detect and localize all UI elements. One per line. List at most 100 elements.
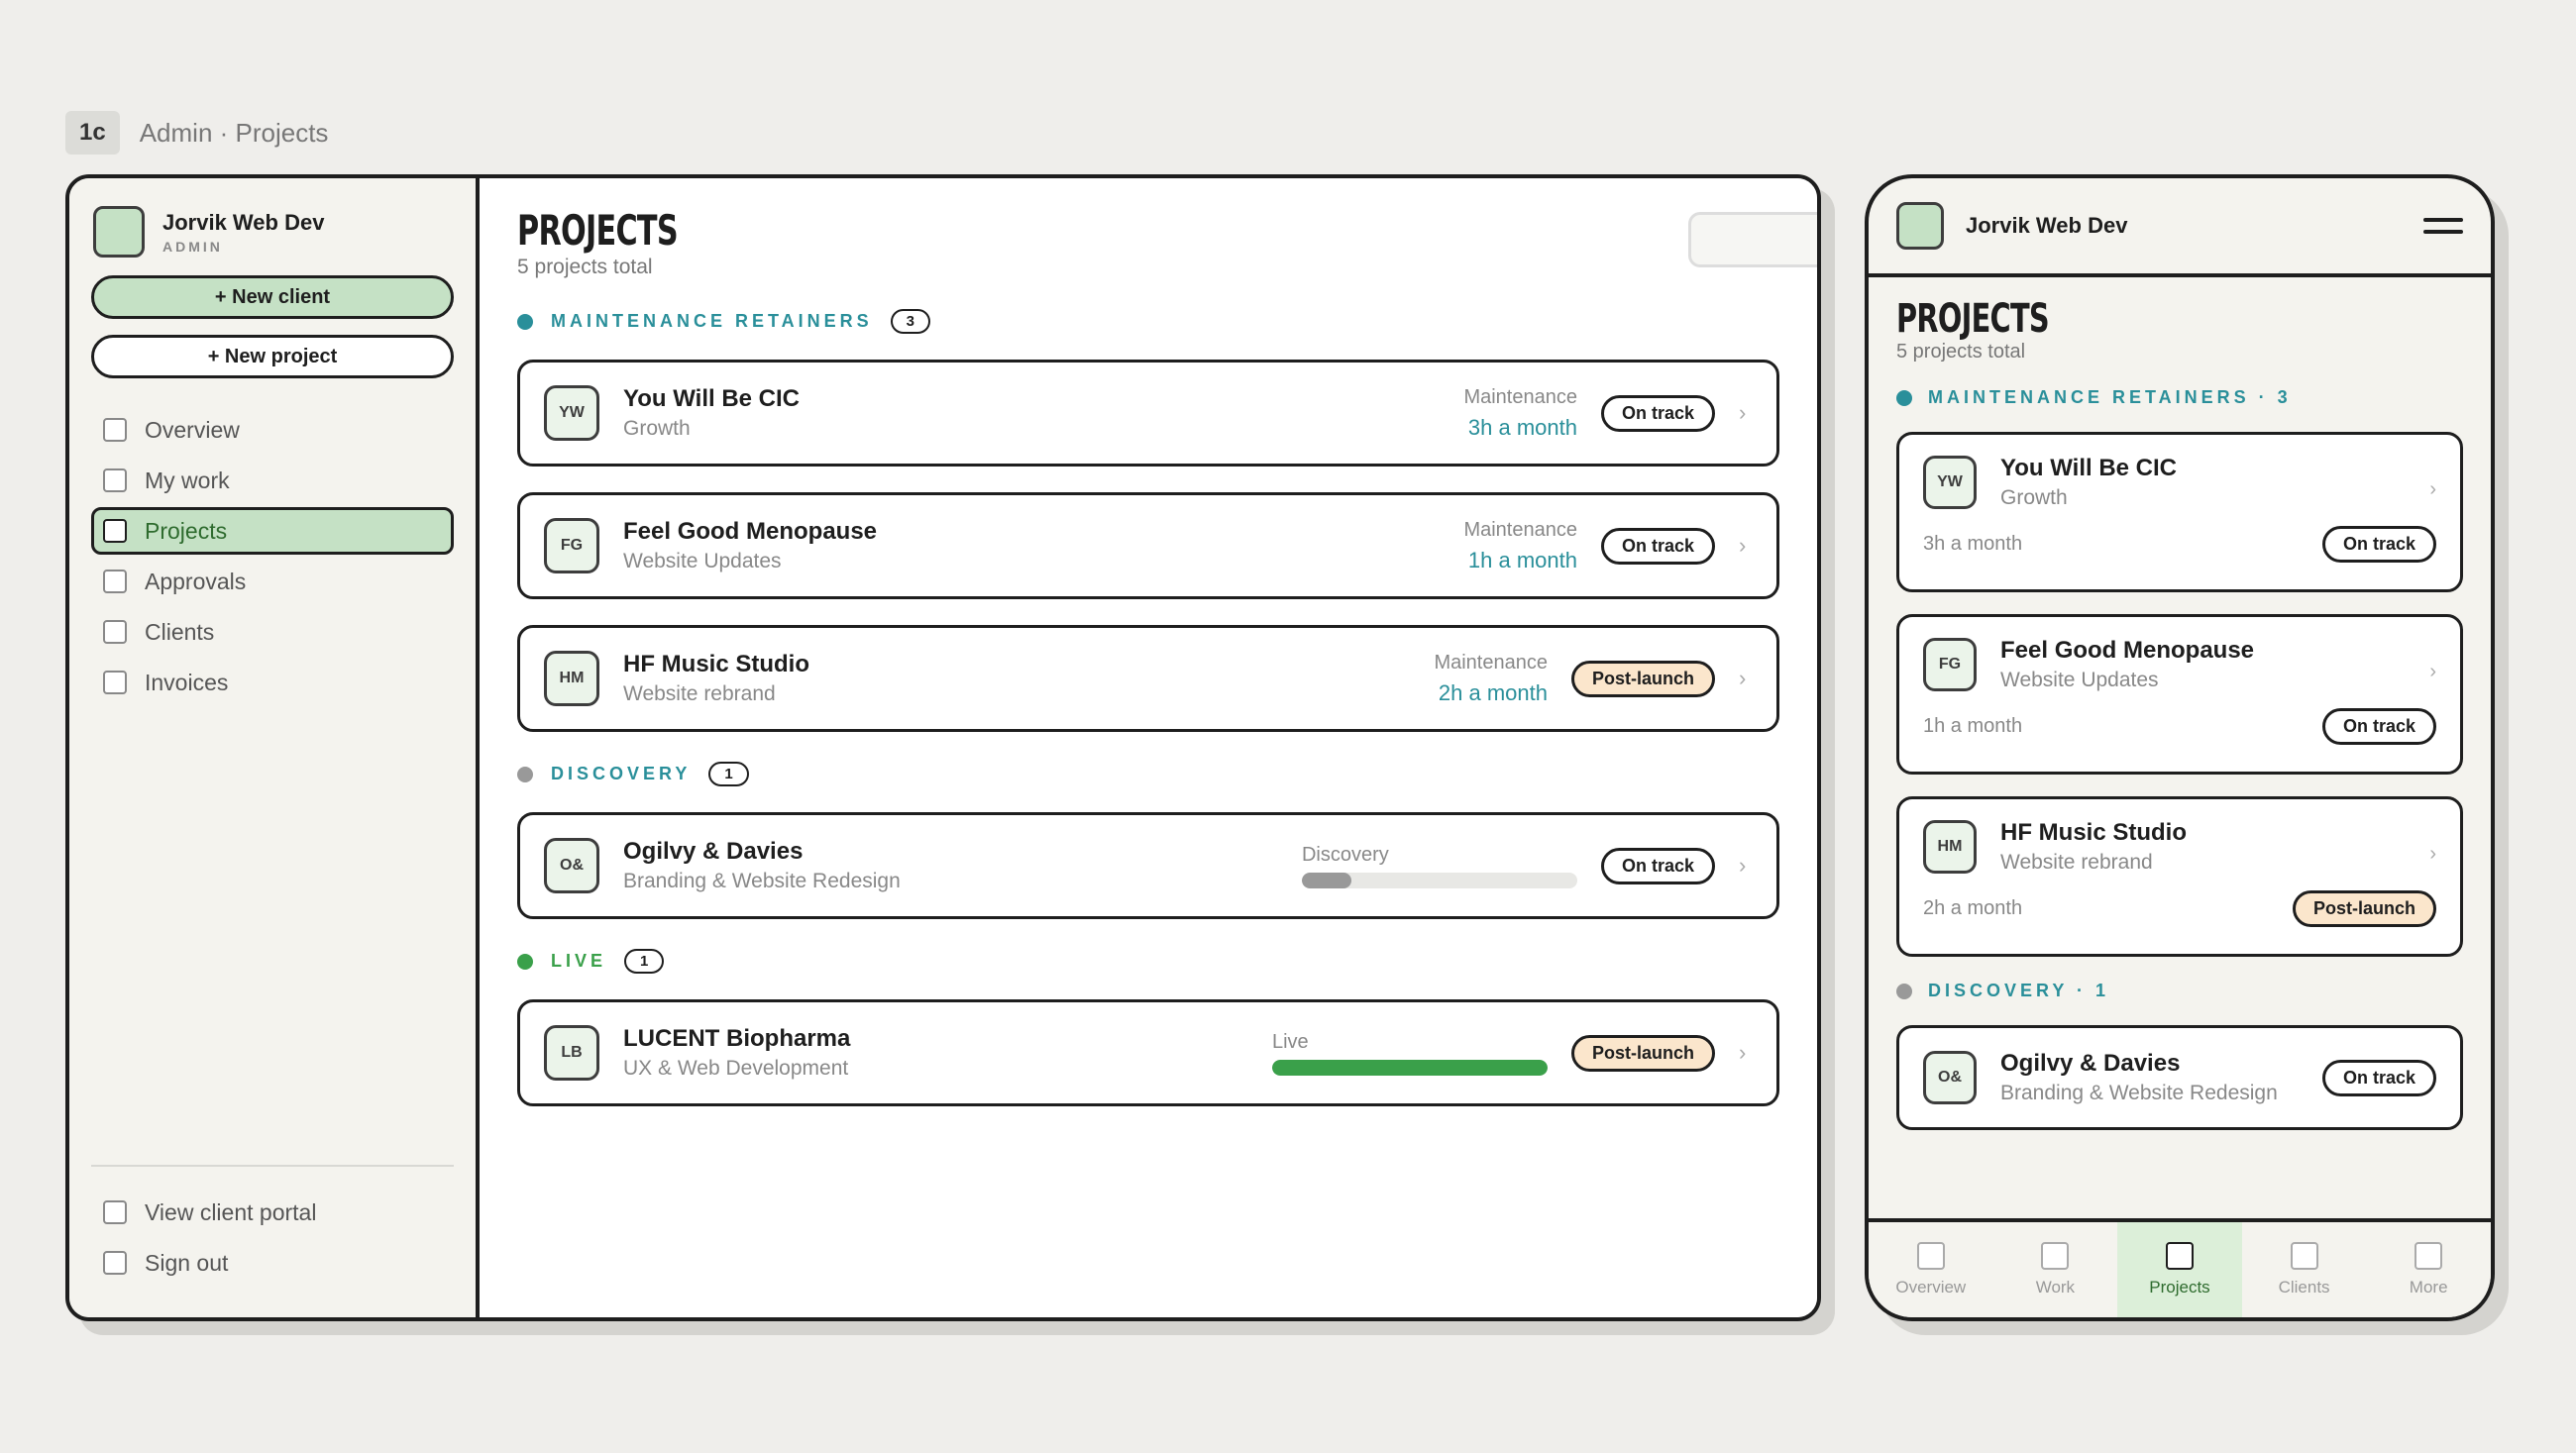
sign-out-icon [103,1251,127,1275]
section-dot [517,953,533,970]
client-name: HF Music Studio [623,651,809,678]
page-title: PROJECTS [1896,296,2050,342]
client-initials: LB [544,1025,599,1082]
retainer-label: Maintenance [1434,651,1548,674]
progress-fill [1301,872,1351,888]
section-count: 1 [708,762,749,787]
tab-label: More [2409,1278,2448,1297]
project-type: Website rebrand [2000,851,2153,874]
sidebar-item-label: My work [145,467,230,493]
clients-icon [2290,1242,2318,1270]
section-dot [1896,389,1912,406]
search-input[interactable] [1688,212,1817,267]
section-label: DISCOVERY [551,764,692,784]
client-name: HF Music Studio [2000,819,2187,846]
sidebar: Jorvik Web Dev ADMIN + New client + New … [69,178,480,1317]
project-card[interactable]: YW You Will Be CIC Growth › 3h a month On… [1896,432,2463,592]
page-title: PROJECTS [517,206,679,255]
project-card[interactable]: LB LUCENT Biopharma UX & Web Development … [517,999,1779,1107]
desktop-frame: Jorvik Web Dev ADMIN + New client + New … [65,174,1821,1321]
tab-projects[interactable]: Projects [2117,1222,2242,1317]
sidebar-item-approvals[interactable]: Approvals [91,558,454,605]
sign-out-link[interactable]: Sign out [91,1239,454,1287]
view-client-portal-link[interactable]: View client portal [91,1189,454,1236]
project-type: Branding & Website Redesign [2000,1082,2278,1104]
retainer-label: Maintenance [1463,518,1577,541]
section-label: LIVE [551,951,607,972]
project-card[interactable]: HM HF Music Studio Website rebrand Mainte… [517,625,1779,733]
client-initials: YW [1923,456,1977,509]
new-project-button[interactable]: + New project [91,335,454,378]
client-initials: HM [544,651,599,707]
sidebar-item-projects[interactable]: Projects [91,507,454,555]
project-card[interactable]: FG Feel Good Menopause Website Updates › … [1896,614,2463,775]
section-label: MAINTENANCE RETAINERS [551,311,873,332]
project-card[interactable]: FG Feel Good Menopause Website Updates Ma… [517,492,1779,600]
retainer-label: Maintenance [1463,385,1577,408]
work-icon [2041,1242,2070,1270]
sidebar-footer: View client portal Sign out [91,1165,454,1290]
sidebar-item-my-work[interactable]: My work [91,457,454,504]
new-client-button[interactable]: + New client [91,275,454,319]
sidebar-item-clients[interactable]: Clients [91,608,454,656]
project-type: UX & Web Development [623,1057,849,1081]
my-work-icon [103,468,127,492]
tab-label: Clients [2278,1278,2330,1297]
page-subtitle: 5 projects total [517,256,653,279]
more-icon [2415,1242,2443,1270]
tab-label: Overview [1895,1278,1967,1297]
project-type: Branding & Website Redesign [623,870,901,893]
phase-progress: Live [1271,1030,1548,1076]
tab-work[interactable]: Work [1993,1222,2118,1317]
approvals-icon [103,570,127,593]
org-header: Jorvik Web Dev ADMIN [93,206,454,258]
sidebar-item-invoices[interactable]: Invoices [91,659,454,706]
retainer-hours: 1h a month [1923,715,2023,737]
status-badge: Post-launch [2292,890,2436,927]
org-name: Jorvik Web Dev [1966,213,2128,238]
client-name: LUCENT Biopharma [623,1025,851,1053]
tab-clients[interactable]: Clients [2242,1222,2367,1317]
projects-icon [2165,1242,2194,1270]
menu-icon[interactable] [2423,210,2463,242]
tab-overview[interactable]: Overview [1869,1222,1993,1317]
overview-icon [1916,1242,1945,1270]
client-name: Feel Good Menopause [2000,637,2255,664]
section-label: MAINTENANCE RETAINERS · 3 [1928,387,2292,407]
status-badge: On track [2321,526,2436,563]
project-type: Website rebrand [623,682,776,706]
sidebar-item-overview[interactable]: Overview [91,406,454,454]
project-card[interactable]: YW You Will Be CIC Growth Maintenance 3h a… [517,360,1779,467]
sidebar-item-label: Projects [145,517,228,544]
client-initials: FG [1923,638,1977,691]
status-badge: Post-launch [1570,1034,1715,1072]
page-subtitle: 5 projects total [1896,341,2026,363]
progress-label: Live [1271,1030,1309,1053]
retainer-hours: 3h a month [1923,533,2023,555]
tab-more[interactable]: More [2366,1222,2491,1317]
chevron-right-icon: › [1739,400,1747,426]
section-maintenance-retainers: MAINTENANCE RETAINERS 3 [517,309,1779,335]
org-name: Jorvik Web Dev [162,209,325,235]
client-initials: O& [544,838,599,894]
status-badge: On track [1600,394,1715,432]
org-logo [93,206,145,258]
sidebar-item-label: Clients [145,618,215,645]
project-card[interactable]: HM HF Music Studio Website rebrand › 2h a… [1896,796,2463,957]
frame-label: 1c Admin · Projects [65,111,328,155]
tab-label: Projects [2149,1278,2210,1297]
retainer-hours: 1h a month [1467,547,1577,572]
retainer-hours: 3h a month [1467,414,1577,440]
mobile-frame: Jorvik Web Dev PROJECTS 5 projects total… [1865,174,2495,1321]
invoices-icon [103,671,127,694]
sidebar-nav: Overview My work Projects Approvals Clie… [91,406,454,706]
project-card[interactable]: O& Ogilvy & Davies Branding & Website Red… [1896,1025,2463,1130]
clients-icon [103,620,127,644]
section-dot [517,313,533,330]
client-initials: HM [1923,820,1977,874]
progress-fill [1271,1059,1548,1076]
project-card[interactable]: O& Ogilvy & Davies Branding & Website Red… [517,812,1779,920]
section-count: 1 [624,949,665,975]
section-discovery: DISCOVERY 1 [517,762,1779,787]
breadcrumb: Admin · Projects [139,117,329,148]
